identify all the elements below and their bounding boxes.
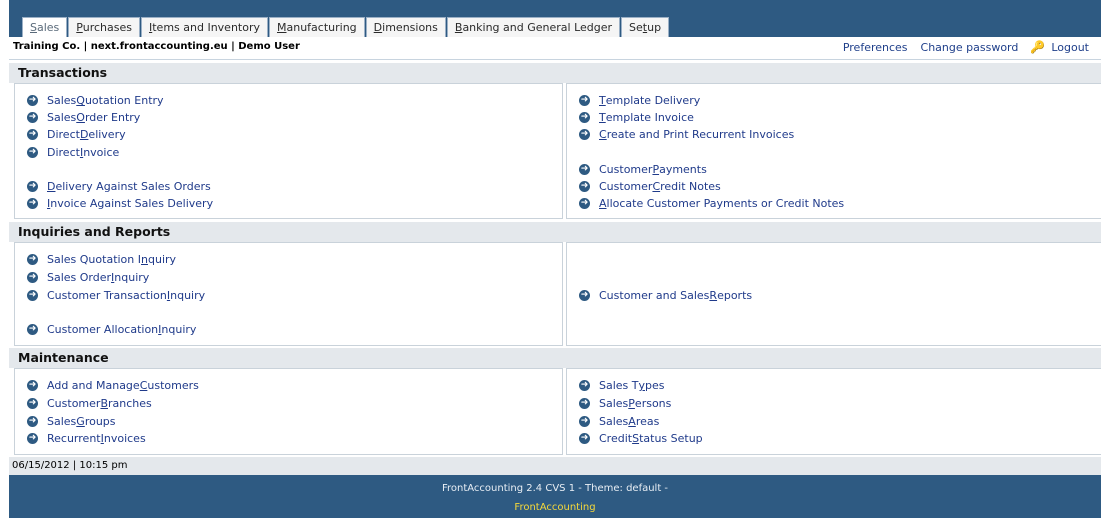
arrow-right-circle-icon: ➜ bbox=[579, 290, 590, 301]
link-sales-quotation-inquiry[interactable]: ➜ Sales Quotation In quiry bbox=[27, 251, 176, 268]
arrow-right-circle-icon: ➜ bbox=[579, 129, 590, 140]
user-bar: Training Co. | next.frontaccounting.eu |… bbox=[9, 37, 1101, 60]
arrow-right-circle-icon: ➜ bbox=[27, 433, 38, 444]
link-allocate-customer-payments[interactable]: ➜ Allocate Customer Payments or Credit No… bbox=[579, 195, 844, 212]
arrow-right-circle-icon: ➜ bbox=[579, 433, 590, 444]
arrow-right-circle-icon: ➜ bbox=[579, 398, 590, 409]
transactions-left-panel: ➜ Sales Quotation Entry ➜ Sales Order Entr… bbox=[14, 83, 563, 219]
link-invoice-against-sales-delivery[interactable]: ➜ Invoice Against Sales Delivery bbox=[27, 195, 213, 212]
link-sales-quotation-entry[interactable]: ➜ Sales Quotation Entry bbox=[27, 92, 164, 109]
arrow-right-circle-icon: ➜ bbox=[579, 198, 590, 209]
arrow-right-circle-icon: ➜ bbox=[579, 181, 590, 192]
link-add-manage-customers[interactable]: ➜ Add and Manage Customers bbox=[27, 377, 199, 394]
arrow-right-circle-icon: ➜ bbox=[27, 254, 38, 265]
link-customer-and-sales-reports[interactable]: ➜ Customer and Sales Reports bbox=[579, 287, 752, 304]
version-text: FrontAccounting 2.4 CVS 1 - Theme: defau… bbox=[441, 483, 669, 494]
link-create-print-recurrent-invoices[interactable]: ➜ Create and Print Recurrent Invoices bbox=[579, 126, 794, 143]
link-sales-types[interactable]: ➜ Sales Ty pes bbox=[579, 377, 665, 394]
user-links: Preferences Change password 🔑 Logout bbox=[830, 40, 1089, 54]
maintenance-right-panel: ➜ Sales Ty pes ➜ Sales Persons ➜ Sales Areas… bbox=[566, 368, 1101, 455]
arrow-right-circle-icon: ➜ bbox=[579, 380, 590, 391]
arrow-right-circle-icon: ➜ bbox=[27, 272, 38, 283]
link-customer-credit-notes[interactable]: ➜ Customer Credit Notes bbox=[579, 178, 721, 195]
tab-banking-and-general-ledger[interactable]: Banking and General Ledger bbox=[446, 17, 621, 37]
arrow-right-circle-icon: ➜ bbox=[27, 398, 38, 409]
footer: FrontAccounting 2.4 CVS 1 - Theme: defau… bbox=[9, 475, 1101, 518]
section-header-inquiries-and-reports: Inquiries and Reports bbox=[9, 222, 1101, 242]
link-sales-persons[interactable]: ➜ Sales Persons bbox=[579, 395, 671, 412]
arrow-right-circle-icon: ➜ bbox=[27, 181, 38, 192]
link-credit-status-setup[interactable]: ➜ Credit Status Setup bbox=[579, 430, 703, 447]
link-customer-allocation-inquiry[interactable]: ➜ Customer Allocation Inquiry bbox=[27, 321, 196, 338]
tab-sales[interactable]: Sales bbox=[22, 17, 68, 38]
link-recurrent-invoices[interactable]: ➜ Recurrent Invoices bbox=[27, 430, 146, 447]
inquiries-right-panel: ➜ Customer and Sales Reports bbox=[566, 242, 1101, 346]
date-time-bar: 06/15/2012 | 10:15 pm bbox=[9, 457, 1101, 475]
section-header-transactions: Transactions bbox=[9, 63, 1101, 83]
module-tabs: Sales Purchases Items and Inventory Manu… bbox=[22, 17, 670, 38]
transactions-right-panel: ➜ Template Delivery ➜ Template Invoice ➜ Cr… bbox=[566, 83, 1101, 219]
link-sales-order-inquiry[interactable]: ➜ Sales Order Inquiry bbox=[27, 269, 149, 286]
preferences-link[interactable]: Preferences bbox=[843, 41, 908, 54]
section-header-maintenance: Maintenance bbox=[9, 348, 1101, 368]
top-navigation-bar: Sales Purchases Items and Inventory Manu… bbox=[9, 0, 1101, 38]
link-direct-delivery[interactable]: ➜ Direct Delivery bbox=[27, 126, 126, 143]
tab-setup[interactable]: Setup bbox=[621, 17, 670, 37]
arrow-right-circle-icon: ➜ bbox=[27, 198, 38, 209]
key-icon: 🔑 bbox=[1030, 40, 1046, 54]
link-direct-invoice[interactable]: ➜ Direct Invoice bbox=[27, 144, 119, 161]
link-template-invoice[interactable]: ➜ Template Invoice bbox=[579, 109, 694, 126]
brand-link[interactable]: FrontAccounting bbox=[9, 502, 1101, 513]
arrow-right-circle-icon: ➜ bbox=[579, 164, 590, 175]
link-sales-order-entry[interactable]: ➜ Sales Order Entry bbox=[27, 109, 140, 126]
arrow-right-circle-icon: ➜ bbox=[27, 380, 38, 391]
arrow-right-circle-icon: ➜ bbox=[579, 112, 590, 123]
link-customer-branches[interactable]: ➜ Customer Branches bbox=[27, 395, 152, 412]
tab-purchases[interactable]: Purchases bbox=[68, 17, 140, 37]
arrow-right-circle-icon: ➜ bbox=[27, 290, 38, 301]
maintenance-left-panel: ➜ Add and Manage Customers ➜ Customer Bran… bbox=[14, 368, 563, 455]
tab-manufacturing[interactable]: Manufacturing bbox=[269, 17, 365, 37]
link-sales-groups[interactable]: ➜ Sales Groups bbox=[27, 413, 116, 430]
arrow-right-circle-icon: ➜ bbox=[579, 95, 590, 106]
arrow-right-circle-icon: ➜ bbox=[27, 129, 38, 140]
arrow-right-circle-icon: ➜ bbox=[27, 112, 38, 123]
user-info: Training Co. | next.frontaccounting.eu |… bbox=[13, 41, 300, 52]
logout-link[interactable]: Logout bbox=[1051, 41, 1089, 54]
link-customer-payments[interactable]: ➜ Customer Payments bbox=[579, 161, 707, 178]
arrow-right-circle-icon: ➜ bbox=[27, 95, 38, 106]
arrow-right-circle-icon: ➜ bbox=[27, 416, 38, 427]
arrow-right-circle-icon: ➜ bbox=[27, 147, 38, 158]
link-template-delivery[interactable]: ➜ Template Delivery bbox=[579, 92, 700, 109]
inquiries-left-panel: ➜ Sales Quotation In quiry ➜ Sales Order In… bbox=[14, 242, 563, 346]
tab-dimensions[interactable]: Dimensions bbox=[365, 17, 446, 37]
arrow-right-circle-icon: ➜ bbox=[27, 324, 38, 335]
link-customer-transaction-inquiry[interactable]: ➜ Customer Transaction Inquiry bbox=[27, 287, 205, 304]
link-delivery-against-sales-orders[interactable]: ➜ Delivery Against Sales Orders bbox=[27, 178, 211, 195]
change-password-link[interactable]: Change password bbox=[921, 41, 1019, 54]
link-sales-areas[interactable]: ➜ Sales Areas bbox=[579, 413, 659, 430]
tab-items-and-inventory[interactable]: Items and Inventory bbox=[140, 17, 268, 37]
arrow-right-circle-icon: ➜ bbox=[579, 416, 590, 427]
